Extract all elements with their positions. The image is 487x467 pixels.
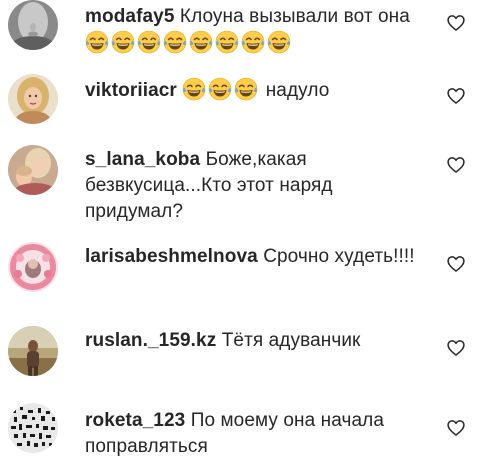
comment-text-block: roketa_123 По моему она начала поправлят… xyxy=(85,408,435,460)
comment-username[interactable]: viktoriiacr xyxy=(85,80,177,101)
face-with-tears-of-joy-icon xyxy=(111,30,135,54)
avatar[interactable] xyxy=(8,242,58,292)
comment-text-block: s_lana_koba Боже,какая безвкусица...Кто … xyxy=(85,147,435,225)
like-button[interactable] xyxy=(446,254,466,274)
avatar[interactable] xyxy=(8,403,58,453)
face-with-tears-of-joy-icon xyxy=(241,30,265,54)
comment-text: Тётя адуванчик xyxy=(221,330,361,351)
emoji-row xyxy=(182,77,260,101)
face-with-tears-of-joy-icon xyxy=(163,30,187,54)
face-with-tears-of-joy-icon xyxy=(182,77,206,101)
heart-outline-icon xyxy=(447,256,465,272)
face-with-tears-of-joy-icon xyxy=(208,77,232,101)
heart-outline-icon xyxy=(447,88,465,104)
comment-username[interactable]: ruslan._159.kz xyxy=(85,330,216,351)
comment-text: Клоуна вызывали вот она xyxy=(179,6,410,27)
heart-outline-icon xyxy=(447,15,465,31)
blonde-woman-photo xyxy=(8,74,58,124)
comment-username[interactable]: larisabeshmelnova xyxy=(85,246,258,267)
comment-text-block: larisabeshmelnova Срочно худеть!!!! xyxy=(85,244,435,270)
face-with-tears-of-joy-icon xyxy=(189,30,213,54)
avatar[interactable] xyxy=(8,145,58,195)
like-button[interactable] xyxy=(446,155,466,175)
comment-username[interactable]: roketa_123 xyxy=(85,410,185,431)
woman-with-child-photo xyxy=(8,145,58,195)
like-button[interactable] xyxy=(446,13,466,33)
like-button[interactable] xyxy=(446,338,466,358)
face-with-tears-of-joy-icon xyxy=(215,30,239,54)
comment-text-block: modafay5 Клоуна вызывали вот она xyxy=(85,4,435,57)
face-with-tears-of-joy-icon xyxy=(137,30,161,54)
emoji-row xyxy=(85,30,293,54)
face-with-tears-of-joy-icon xyxy=(234,77,258,101)
comment-username[interactable]: modafay5 xyxy=(85,6,175,27)
heart-outline-icon xyxy=(447,340,465,356)
face-with-tears-of-joy-icon xyxy=(85,30,109,54)
like-button[interactable] xyxy=(446,86,466,106)
heart-outline-icon xyxy=(447,420,465,436)
comment-text: надуло xyxy=(265,80,330,101)
comment-text-block: viktoriiacr надуло xyxy=(85,77,435,104)
avatar[interactable] xyxy=(8,0,58,50)
comment-username[interactable]: s_lana_koba xyxy=(85,149,200,170)
face-with-tears-of-joy-icon xyxy=(267,30,291,54)
like-button[interactable] xyxy=(446,418,466,438)
avatar[interactable] xyxy=(8,326,58,376)
avatar[interactable] xyxy=(8,74,58,124)
comment-text: Срочно худеть!!!! xyxy=(263,246,415,267)
grayscale-face-photo xyxy=(8,0,58,50)
heart-outline-icon xyxy=(447,157,465,173)
comment-text-block: ruslan._159.kz Тётя адуванчик xyxy=(85,328,435,354)
person-outdoors-photo xyxy=(8,326,58,376)
pink-heart-wreath-photo xyxy=(8,242,58,292)
black-white-pattern-photo xyxy=(8,403,58,453)
